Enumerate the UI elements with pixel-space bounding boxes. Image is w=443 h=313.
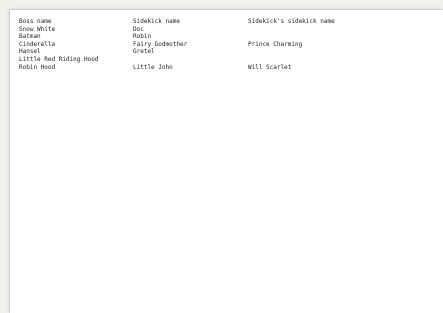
table-cell-sidekick: Little John: [133, 63, 173, 71]
table-row: Snow White Doc: [19, 26, 368, 34]
table-cell-sidekick: Fairy Godmother: [133, 40, 188, 48]
table-cell-sidekicks-sidekick: Will Scarlet: [248, 63, 292, 71]
table-cell-boss: Hansel: [19, 48, 41, 56]
table-cell-sidekick: Robin: [133, 33, 152, 41]
document-page: Boss name Sidekick name Sidekick's sidek…: [10, 10, 443, 313]
table-row: Hansel Gretel: [19, 48, 368, 56]
table-cell-sidekicks-sidekick: [248, 48, 368, 56]
table-cell-boss: Little Red Riding Hood: [19, 55, 99, 63]
header-sidekicks-sidekick-name: Sidekick's sidekick name: [248, 18, 335, 25]
table-cell-sidekicks-sidekick: [248, 56, 368, 64]
table-cell-sidekick: Gretel: [133, 48, 155, 56]
table-row: Robin Hood Little John Will Scarlet: [19, 64, 368, 72]
table-row: Batman Robin: [19, 33, 368, 41]
header-sidekick-name: Sidekick name: [133, 18, 180, 25]
table-row: Cinderella Fairy Godmother Prince Charmi…: [19, 41, 368, 49]
table-header-row: Boss name Sidekick name Sidekick's sidek…: [19, 18, 368, 26]
table-cell-sidekick: Doc: [133, 25, 144, 33]
table-cell-boss: Cinderella: [19, 40, 56, 48]
table-cell-boss: Robin Hood: [19, 63, 56, 71]
table-cell-sidekicks-sidekick: [248, 33, 368, 41]
table-cell-sidekicks-sidekick: [248, 26, 368, 34]
table-row: Little Red Riding Hood: [19, 56, 368, 64]
table-cell-sidekick: [133, 56, 248, 64]
table-cell-boss: Snow White: [19, 25, 56, 33]
table-cell-sidekicks-sidekick: Prince Charming: [248, 40, 303, 48]
sidekick-table: Boss name Sidekick name Sidekick's sidek…: [19, 18, 368, 71]
header-boss-name: Boss name: [19, 18, 52, 25]
table-cell-boss: Batman: [19, 33, 41, 41]
